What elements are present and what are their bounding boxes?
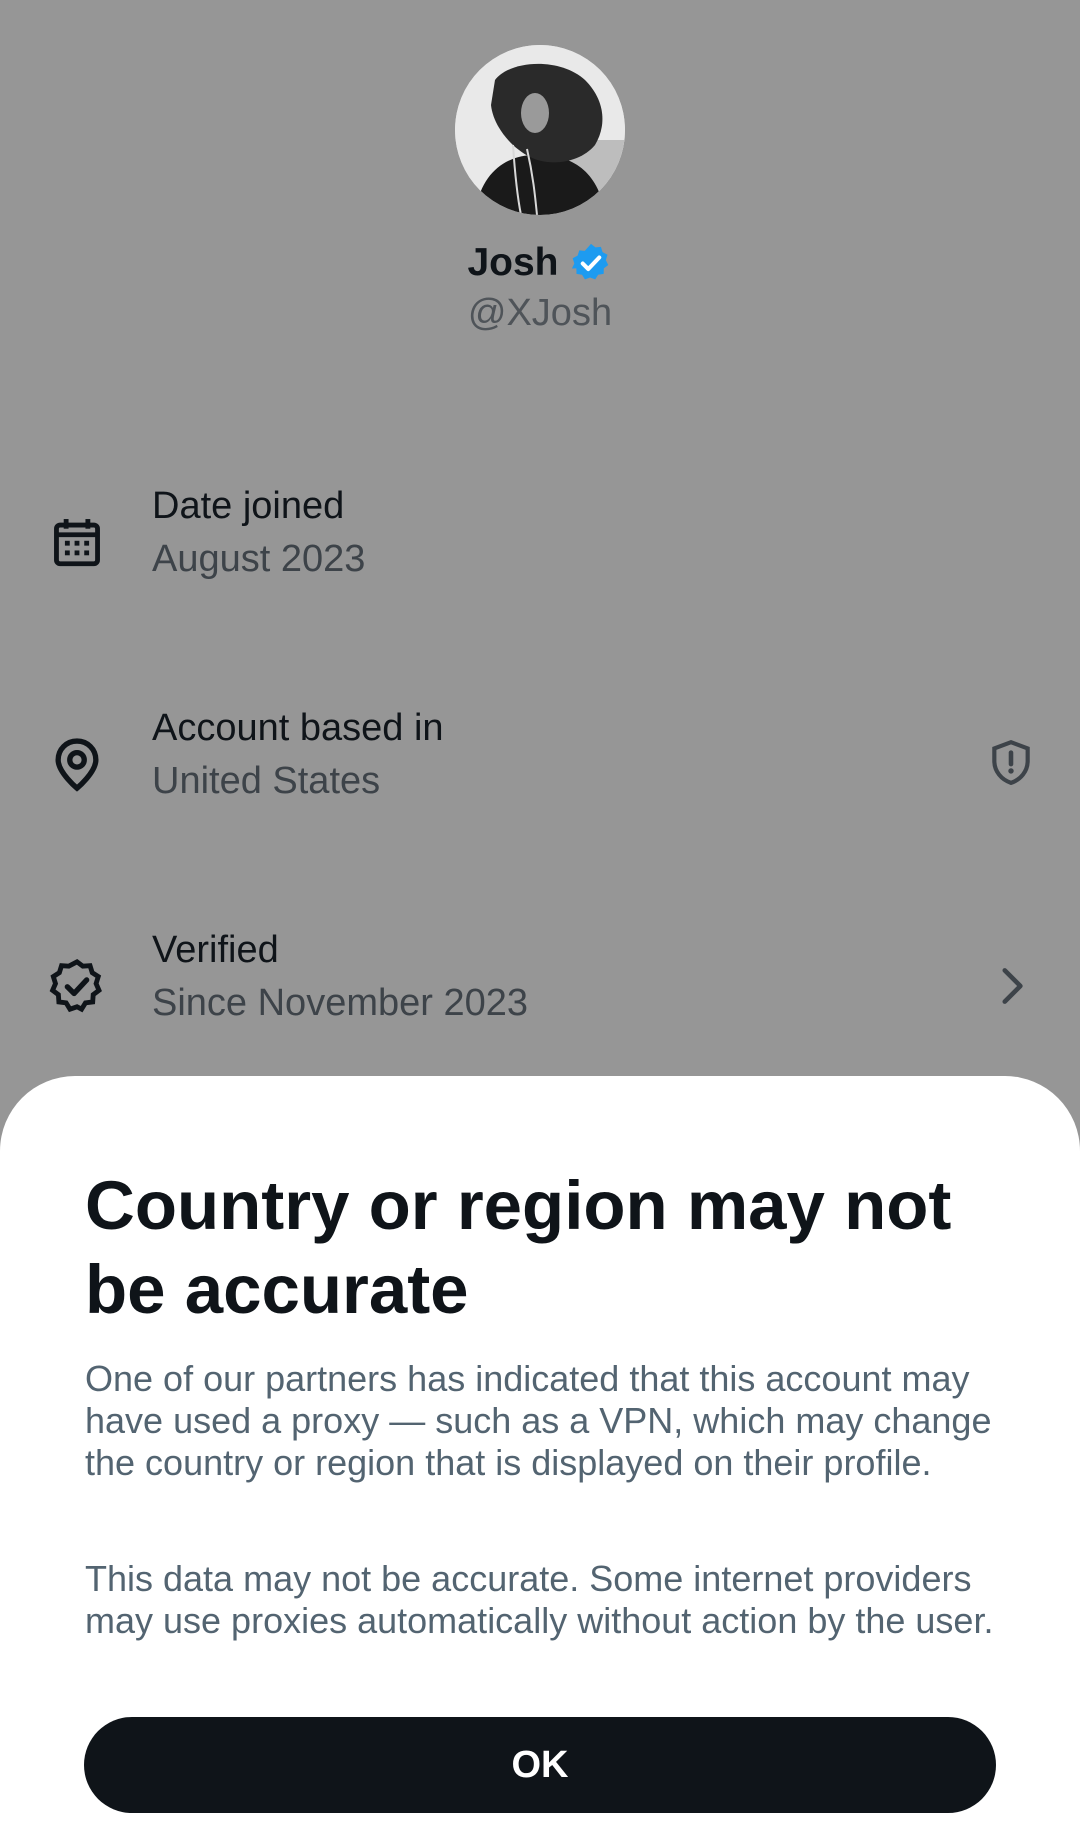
verified-value: Since November 2023 xyxy=(152,982,528,1024)
avatar[interactable] xyxy=(455,45,625,215)
ok-button[interactable]: OK xyxy=(84,1717,996,1813)
profile-name-row: Josh xyxy=(0,238,1080,288)
shield-alert-icon[interactable] xyxy=(986,737,1036,787)
verified-badge-icon xyxy=(571,243,608,280)
calendar-icon xyxy=(54,519,100,567)
profile-handle: @XJosh xyxy=(467,292,613,334)
location-pin-icon xyxy=(55,738,99,792)
sheet-paragraph-1: One of our partners has indicated that t… xyxy=(85,1358,992,1483)
info-row-date-joined: Date joined August 2023 xyxy=(0,485,1080,605)
chevron-right-icon[interactable] xyxy=(986,961,1036,1011)
info-row-verified[interactable]: Verified Since November 2023 xyxy=(0,929,1080,1049)
sheet-title: Country or region may not be accurate xyxy=(85,1167,952,1328)
info-row-account-location: Account based in United States xyxy=(0,707,1080,827)
account-location-value: United States xyxy=(152,760,381,802)
account-location-label: Account based in xyxy=(152,707,444,749)
date-joined-value: August 2023 xyxy=(152,538,366,580)
profile-name: Josh xyxy=(467,241,559,284)
verified-outline-icon xyxy=(49,958,102,1013)
sheet-paragraph-2: This data may not be accurate. Some inte… xyxy=(85,1558,994,1641)
date-joined-label: Date joined xyxy=(152,485,345,527)
verified-label: Verified xyxy=(152,929,279,971)
